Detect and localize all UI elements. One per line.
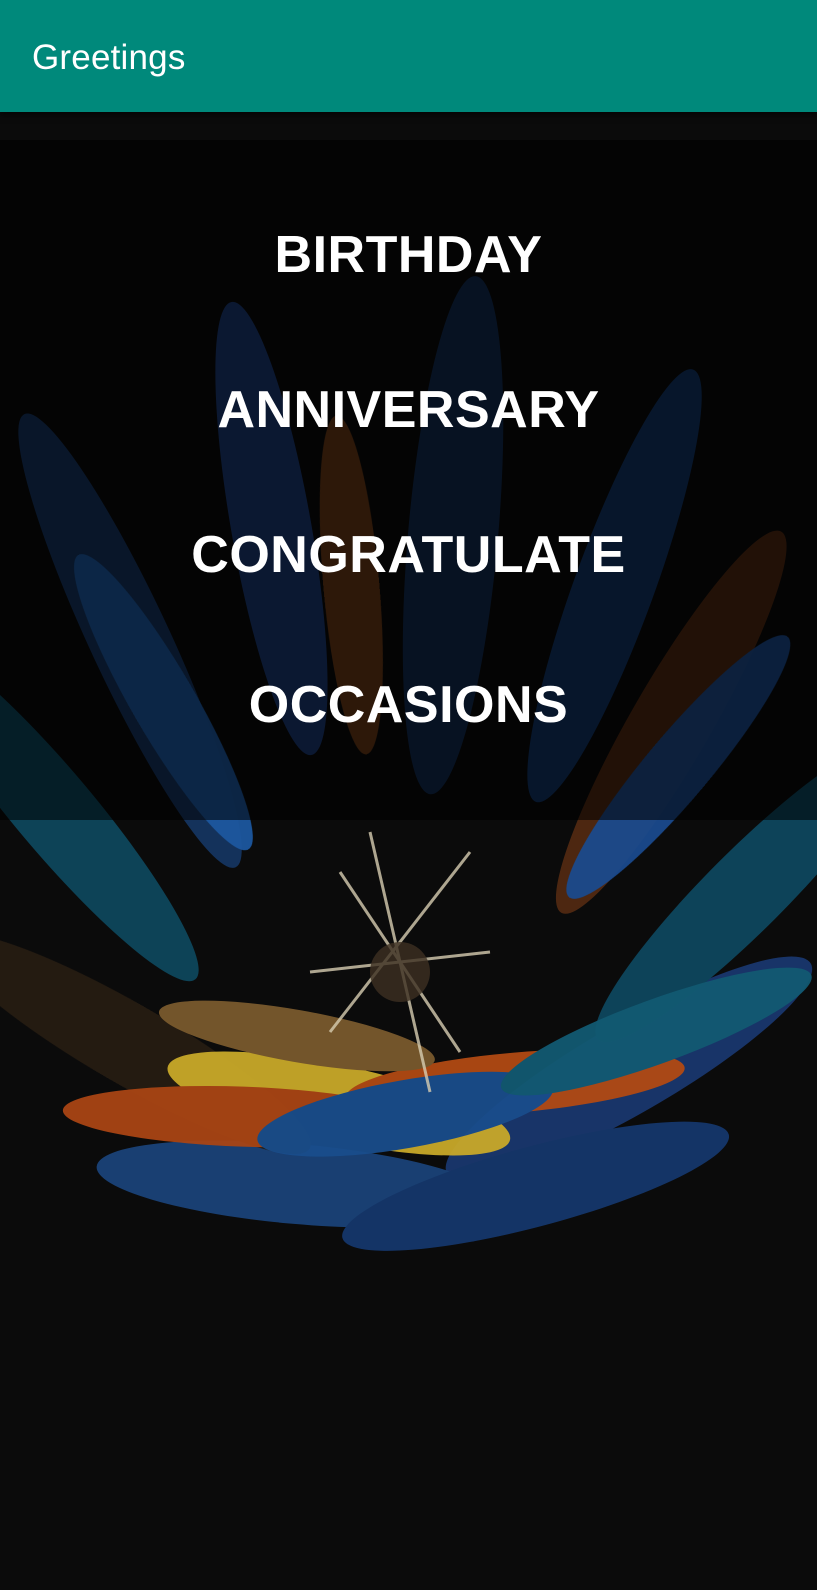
anniversary-label: ANNIVERSARY	[217, 381, 600, 439]
app-bar: Greetings	[0, 0, 817, 112]
greeting-category-menu: BIRTHDAY ANNIVERSARY CONGRATULATE OCCASI…	[0, 140, 817, 820]
occasions-label: OCCASIONS	[248, 676, 569, 734]
occasions-button[interactable]: OCCASIONS	[0, 630, 817, 780]
anniversary-button[interactable]: ANNIVERSARY	[0, 335, 817, 485]
birthday-button[interactable]: BIRTHDAY	[0, 180, 817, 330]
greetings-screen: Greetings BIRTHDAY ANNIVERSARY CONGRATUL…	[0, 0, 817, 1590]
app-title: Greetings	[32, 38, 186, 77]
birthday-label: BIRTHDAY	[274, 226, 543, 284]
congratulate-button[interactable]: CONGRATULATE	[0, 480, 817, 630]
congratulate-label: CONGRATULATE	[191, 526, 626, 584]
